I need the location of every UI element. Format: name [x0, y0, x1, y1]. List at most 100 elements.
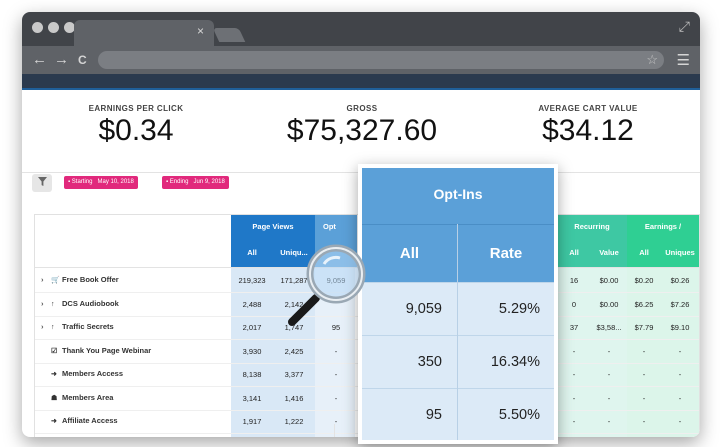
- reload-icon[interactable]: C: [78, 51, 87, 69]
- browser-menu-icon[interactable]: ☰: [677, 51, 690, 69]
- table-cell-rec-all: -: [572, 370, 576, 379]
- row-label: Affiliate Access: [62, 416, 118, 425]
- window-minimize-dot[interactable]: [48, 22, 59, 33]
- row-label: Members Area: [62, 392, 114, 402]
- opt-ins-rate-header[interactable]: Rate: [458, 224, 554, 282]
- table-cell-rec-value: -: [607, 370, 611, 379]
- chevron-right-icon[interactable]: ›: [41, 275, 51, 284]
- opt-ins-rate-cell: 5.50%: [458, 388, 554, 441]
- table-cell-epv-all: $0.20: [634, 276, 654, 285]
- row-label: Thank You Page Webinar: [62, 345, 152, 355]
- starting-label: Starting: [71, 179, 93, 185]
- row-label: Free Book Offer: [62, 275, 119, 284]
- ending-date-pill[interactable]: ▪ Ending Jun 9, 2018: [162, 176, 229, 189]
- table-cell-rec-value: -: [607, 346, 611, 356]
- cart-icon: 🛒: [51, 277, 60, 284]
- chevron-right-icon[interactable]: ›: [41, 299, 51, 308]
- opt-ins-rate-cell: 16.34%: [458, 335, 554, 388]
- stat-label: EARNINGS PER CLICK: [88, 104, 184, 113]
- header-recurring[interactable]: Recurring: [557, 215, 627, 239]
- table-cell-pv-uniques: 2,425: [284, 346, 304, 356]
- table-cell-rec-value: $0.00: [599, 276, 619, 285]
- forward-arrow-icon[interactable]: →: [54, 51, 69, 69]
- table-cell-opt: -: [334, 393, 338, 403]
- magnifying-glass-icon: [288, 244, 366, 326]
- expand-icon[interactable]: ⤢: [679, 18, 690, 35]
- table-cell-pv-all: 3,141: [242, 393, 262, 403]
- table-cell-pv-all: 8,138: [242, 370, 262, 379]
- table-cell-epv-all: $7.79: [634, 323, 654, 332]
- subheader-epv-all[interactable]: All: [627, 239, 661, 267]
- table-cell-pv-all: 2,488: [242, 299, 262, 309]
- table-cell-epv-uniques: $7.26: [670, 299, 690, 309]
- ending-label: Ending: [169, 179, 189, 185]
- stat-label: GROSS: [346, 104, 378, 113]
- table-cell-pv-all: 1,917: [242, 417, 262, 426]
- header-earnings-pageview[interactable]: Earnings / Pageview: [627, 215, 699, 255]
- opt-ins-all-cell: 350: [362, 335, 457, 388]
- address-bar[interactable]: ☆: [98, 51, 664, 69]
- table-cell-epv-uniques: -: [678, 417, 682, 426]
- row-label: DCS Audiobook: [62, 298, 119, 308]
- subheader-pv-all[interactable]: All: [231, 239, 273, 267]
- table-cell-rec-all: -: [572, 346, 576, 356]
- table-divider: [334, 424, 335, 437]
- subheader-rec-all[interactable]: All: [557, 239, 591, 267]
- table-cell-rec-all: 0: [571, 299, 577, 309]
- table-cell-opt: -: [334, 370, 338, 379]
- bookmark-star-icon[interactable]: ☆: [646, 52, 658, 68]
- table-cell-rec-all: -: [572, 417, 576, 426]
- browser-toolbar: ← → C ☆ ☰: [22, 46, 700, 74]
- table-row-name[interactable]: › ↑ Traffic Secrets: [41, 322, 114, 331]
- table-cell-epv-all: -: [642, 417, 646, 426]
- stat-value: $34.12: [542, 114, 634, 147]
- table-cell-epv-uniques: $9.10: [670, 323, 690, 332]
- arrow-up-icon: ↑: [51, 324, 55, 331]
- chevron-right-icon[interactable]: ›: [41, 322, 51, 331]
- opt-ins-all-cell: 95: [362, 388, 457, 441]
- opt-ins-zoom-card: Opt-Ins All Rate 9,059 5.29% 350 16.34% …: [358, 164, 558, 444]
- row-label: Traffic Secrets: [62, 322, 114, 331]
- table-row-name[interactable]: › ↑ DCS Audiobook: [41, 299, 119, 308]
- header-opt-ins[interactable]: Opt: [315, 215, 357, 239]
- table-cell-rec-all: 16: [569, 276, 579, 285]
- stats-summary: EARNINGS PER CLICK $0.34 GROSS $75,327.6…: [22, 90, 700, 173]
- table-cell-rec-value: -: [607, 417, 611, 426]
- table-cell-rec-all: -: [572, 393, 576, 403]
- table-row-name[interactable]: › 🛒 Free Book Offer: [41, 275, 119, 284]
- table-cell-pv-uniques: 1,416: [284, 393, 304, 403]
- stat-value: $0.34: [98, 114, 174, 147]
- table-cell-pv-uniques: 3,377: [284, 370, 304, 379]
- table-cell-epv-uniques: -: [678, 370, 682, 379]
- header-page-views[interactable]: Page Views: [231, 215, 315, 239]
- users-icon: ☗: [51, 394, 58, 402]
- stat-average-cart-value: AVERAGE CART VALUE $34.12: [478, 104, 698, 148]
- opt-ins-rate-cell: 5.29%: [458, 282, 554, 335]
- arrow-up-icon: ↑: [51, 300, 55, 308]
- table-cell-pv-all: 219,323: [238, 276, 266, 285]
- starting-date-pill[interactable]: ▪ Starting May 10, 2018: [64, 176, 138, 189]
- subheader-rec-value[interactable]: Value: [591, 239, 627, 267]
- tab-close-icon[interactable]: ×: [197, 24, 204, 38]
- new-tab-button[interactable]: [212, 28, 246, 42]
- table-cell-opt: -: [334, 417, 338, 426]
- sign-in-icon: ➜: [51, 371, 57, 378]
- table-cell-pv-uniques: 1,222: [284, 417, 304, 426]
- check-square-icon: ☑: [51, 347, 58, 355]
- table-cell-rec-value: -: [607, 393, 611, 403]
- funnel-icon[interactable]: [32, 174, 52, 192]
- table-row-name: ☑ Thank You Page Webinar: [41, 346, 151, 355]
- subheader-epv-uniques[interactable]: Uniques: [661, 239, 699, 267]
- sign-in-icon: ➜: [51, 418, 57, 425]
- stat-value: $75,327.60: [286, 114, 438, 147]
- back-arrow-icon[interactable]: ←: [32, 51, 47, 69]
- app-header-bar: [22, 74, 700, 90]
- table-cell-epv-all: -: [642, 370, 646, 379]
- window-close-dot[interactable]: [32, 22, 43, 33]
- table-row-name: ➜ Members Access: [41, 369, 123, 378]
- table-cell-epv-uniques: -: [678, 393, 682, 403]
- row-label: Members Access: [62, 369, 124, 378]
- table-row-name: ➜ Affiliate Access: [41, 416, 118, 425]
- browser-tab[interactable]: ×: [74, 20, 214, 46]
- stat-gross: GROSS $75,327.60: [252, 104, 472, 148]
